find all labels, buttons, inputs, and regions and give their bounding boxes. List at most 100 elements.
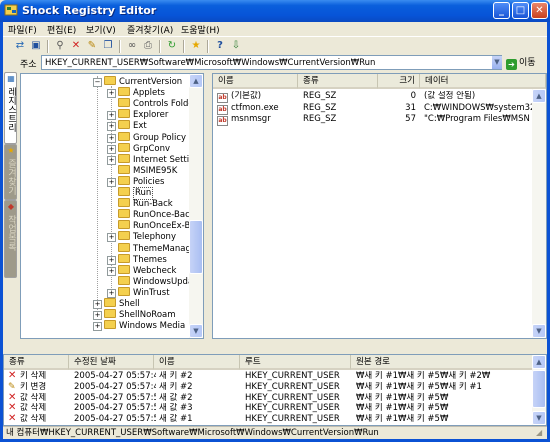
connect-icon[interactable]: ⇄ (13, 39, 27, 53)
col-header-kind[interactable]: 종류 (4, 355, 69, 370)
tree-node[interactable]: + Applets (107, 87, 165, 99)
save-icon[interactable]: ▣ (29, 39, 43, 53)
expand-icon[interactable]: + (107, 177, 116, 187)
values-list[interactable]: 이름 종류 크기 데이터 ab (기본값) REG_SZ 0 (값 설정 안됨) ab ct… (212, 73, 547, 339)
history-row[interactable]: ✎ 키 변경 2005-04-27 05:57:49 새 키 #2 HKEY_CURRE… (4, 382, 534, 393)
delete-icon[interactable]: ✕ (69, 39, 83, 53)
folder-icon (118, 153, 130, 163)
favorite-star-icon[interactable]: ★ (189, 39, 203, 53)
tree-node[interactable]: + WinTrust (107, 286, 170, 298)
tree-node[interactable]: + Group Policy (107, 131, 186, 143)
tree-node[interactable]: + Policies (107, 175, 164, 187)
history-row[interactable]: ✕ 값 삭제 2005-04-27 05:57:54 새 값 #1 HKEY_CURRE… (4, 414, 534, 425)
binoculars-icon[interactable]: ∞ (125, 39, 139, 53)
tree-node[interactable]: RunOnce-Back (107, 209, 195, 220)
collapse-icon[interactable]: − (93, 78, 102, 87)
help-icon[interactable]: ? (213, 39, 227, 53)
update-icon[interactable]: ⇩ (229, 39, 243, 53)
expand-icon[interactable]: + (107, 111, 116, 121)
tree-node[interactable]: ThemeManager (107, 242, 200, 254)
col-header-name[interactable]: 이름 (213, 74, 298, 89)
expand-icon[interactable]: + (93, 322, 102, 332)
col-header-modified-date[interactable]: 수정된 날짜 (69, 355, 154, 370)
expand-icon[interactable]: + (107, 144, 116, 154)
tree-node[interactable]: + ShellNoRoam (93, 309, 176, 321)
refresh-icon[interactable]: ↻ (165, 39, 179, 53)
close-button[interactable]: ✕ (531, 2, 548, 19)
col-header-data[interactable]: 데이터 (420, 74, 546, 89)
tree-node[interactable]: + Windows Media (93, 320, 185, 332)
folder-icon (118, 220, 130, 230)
maximize-button[interactable]: □ (512, 2, 529, 19)
menu-edit[interactable]: 편집(E) (47, 23, 76, 36)
address-input[interactable]: HKEY_CURRENT_USER₩Software₩Microsoft₩Win… (41, 55, 502, 70)
tree-node[interactable]: Run-Back (107, 198, 173, 209)
edit-icon[interactable]: ✎ (85, 39, 99, 53)
expand-icon[interactable]: + (93, 311, 102, 321)
export-icon[interactable]: ⎙ (141, 39, 155, 53)
tab-registry[interactable]: ▦ 레지스트리 (4, 72, 17, 144)
scroll-down-icon[interactable]: ▼ (189, 324, 203, 338)
address-dropdown-icon[interactable]: ▼ (491, 56, 502, 69)
tree-node[interactable]: + Themes (107, 253, 167, 265)
expand-icon[interactable]: + (107, 266, 116, 276)
tab-favorites[interactable]: ★ 즐겨찾기 (4, 144, 17, 200)
menu-favorites[interactable]: 즐겨찾기(A) (127, 23, 173, 36)
scroll-up-icon[interactable]: ▲ (189, 74, 203, 88)
horizontal-splitter[interactable] (3, 340, 547, 354)
col-header-item-name[interactable]: 이름 (154, 355, 240, 370)
copy-icon[interactable]: ❐ (101, 39, 115, 53)
menu-view[interactable]: 보기(V) (86, 23, 116, 36)
tab-history[interactable]: ◆ 작업목록 (4, 200, 17, 278)
expand-icon[interactable]: + (93, 300, 102, 309)
resize-grip-icon[interactable]: ◢ (536, 428, 546, 438)
tree-node[interactable]: + Shell (93, 298, 140, 309)
tree-node[interactable]: + Webcheck (107, 264, 176, 276)
history-scroll-thumb[interactable] (532, 370, 546, 408)
tree-node[interactable]: + GrpConv (107, 142, 170, 154)
history-row[interactable]: ✕ 값 삭제 2005-04-27 05:57:54 새 값 #2 HKEY_CURRE… (4, 393, 534, 404)
col-header-size[interactable]: 크기 (378, 74, 420, 89)
scroll-down-icon[interactable]: ▼ (532, 411, 546, 425)
history-vertical-scrollbar[interactable]: ▲ ▼ (532, 355, 546, 425)
history-row[interactable]: ✕ 값 삭제 2005-04-27 05:57:54 새 값 #3 HKEY_CURRE… (4, 403, 534, 414)
tree-node[interactable]: + Telephony (107, 231, 176, 243)
tree-node[interactable]: + Explorer (107, 109, 168, 121)
expand-icon[interactable]: + (107, 233, 116, 243)
value-row[interactable]: abctfmon.exe REG_SZ 31 C:₩WINDOWS₩system32₩… (213, 103, 546, 115)
tree-node[interactable]: + Ext (107, 120, 147, 132)
history-row[interactable]: ✕ 키 삭제 2005-04-27 05:57:45 새 키 #2 HKEY_CURRE… (4, 371, 534, 382)
col-header-root[interactable]: 루트 (240, 355, 351, 370)
value-name-cell: ab msnmsgr (217, 114, 297, 126)
tree-node[interactable]: MSIME95K (107, 164, 177, 176)
scroll-up-icon[interactable]: ▲ (532, 355, 546, 369)
minimize-button[interactable]: _ (493, 2, 510, 19)
expand-icon[interactable]: + (107, 255, 116, 265)
tree-scroll-thumb[interactable] (189, 220, 203, 274)
value-row[interactable]: ab (기본값) REG_SZ 0 (값 설정 안됨) (213, 91, 546, 103)
col-header-type[interactable]: 종류 (298, 74, 378, 89)
history-root-cell: HKEY_CURRENT_USER (245, 414, 349, 425)
expand-icon[interactable]: + (107, 288, 116, 298)
title-bar[interactable]: Shock Registry Editor _ □ ✕ (0, 0, 550, 22)
menu-file[interactable]: 파일(F) (8, 23, 37, 36)
tree-node[interactable]: Run (107, 187, 154, 200)
tree-node[interactable]: Controls Folder (107, 98, 197, 109)
expand-icon[interactable]: + (107, 133, 116, 143)
tree-node[interactable]: − CurrentVersion (93, 76, 182, 87)
value-row[interactable]: abmsnmsgr REG_SZ 57 "C:₩Program Files₩MSN M… (213, 114, 546, 126)
history-list[interactable]: 종류 수정된 날짜 이름 루트 원본 경로 ✕ 키 삭제 2005-04-27 05… (3, 354, 547, 426)
expand-icon[interactable]: + (107, 89, 116, 99)
tree-node[interactable]: WindowsUpdate (107, 275, 202, 287)
values-vertical-scrollbar[interactable]: ▲ ▼ (532, 89, 546, 338)
col-header-original-path[interactable]: 원본 경로 (351, 355, 534, 370)
scroll-up-icon[interactable]: ▲ (532, 89, 546, 103)
expand-icon[interactable]: + (107, 122, 116, 132)
menu-help[interactable]: 도움말(H) (181, 23, 220, 36)
go-button[interactable]: ➔ 이동 (506, 56, 544, 70)
tree-vertical-scrollbar[interactable]: ▲ ▼ (189, 74, 203, 338)
scroll-down-icon[interactable]: ▼ (532, 324, 546, 338)
find-icon[interactable]: ⚲ (53, 39, 67, 53)
registry-tree[interactable]: − CurrentVersion + Applets Controls Folder + E… (20, 73, 204, 339)
expand-icon[interactable]: + (107, 155, 116, 165)
